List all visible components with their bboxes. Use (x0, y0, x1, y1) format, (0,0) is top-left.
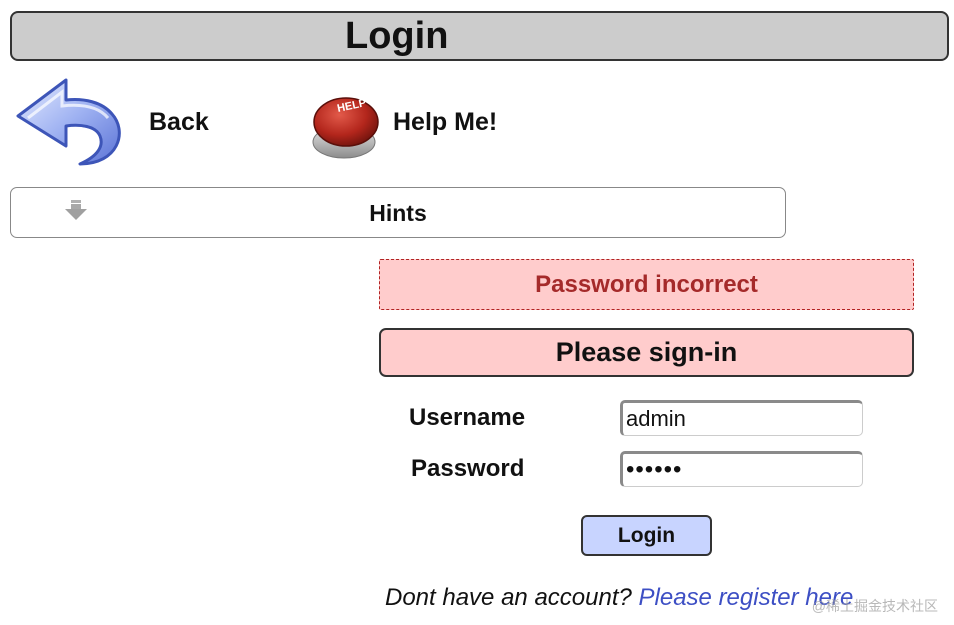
back-link[interactable]: Back (14, 72, 244, 172)
title-bar: Login (10, 11, 949, 61)
error-message: Password incorrect (535, 271, 758, 298)
username-label: Username (409, 404, 526, 431)
signin-heading: Please sign-in (555, 337, 738, 367)
help-button-icon: HELP (312, 97, 379, 159)
hints-label: Hints (369, 200, 427, 226)
signin-heading-box: Please sign-in (379, 328, 914, 377)
hints-toggle[interactable]: Hints (10, 187, 786, 238)
username-input[interactable] (620, 400, 863, 436)
watermark: @稀土掘金技术社区 (811, 598, 938, 614)
register-prompt-text: Dont have an account? (385, 584, 639, 611)
register-prompt: Dont have an account? Please register he… (385, 584, 853, 612)
help-label: Help Me! (393, 108, 498, 136)
back-label: Back (149, 108, 209, 136)
password-input[interactable] (620, 451, 863, 487)
error-alert: Password incorrect (379, 259, 914, 310)
login-button[interactable]: Login (581, 515, 712, 556)
password-label: Password (411, 455, 525, 482)
help-link[interactable]: HELP Help Me! (308, 90, 518, 165)
page-title: Login (345, 15, 449, 57)
back-arrow-icon (16, 78, 121, 166)
